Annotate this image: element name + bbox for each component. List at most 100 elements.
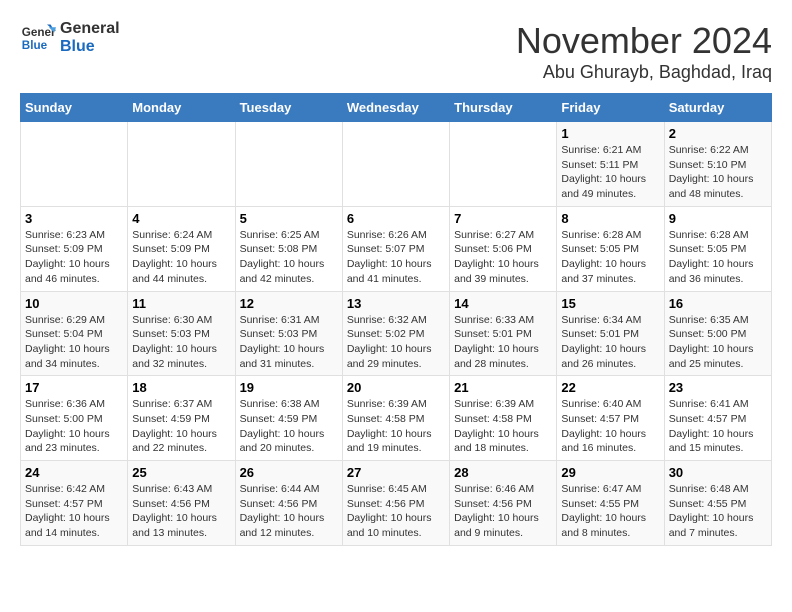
- calendar-week-row: 1 Sunrise: 6:21 AM Sunset: 5:11 PM Daylig…: [21, 122, 772, 207]
- calendar-cell: 4 Sunrise: 6:24 AM Sunset: 5:09 PM Daylig…: [128, 206, 235, 291]
- day-info: Sunrise: 6:41 AM Sunset: 4:57 PM Dayligh…: [669, 397, 767, 456]
- calendar-week-row: 24 Sunrise: 6:42 AM Sunset: 4:57 PM Dayli…: [21, 461, 772, 546]
- calendar-cell: 7 Sunrise: 6:27 AM Sunset: 5:06 PM Daylig…: [450, 206, 557, 291]
- day-number: 28: [454, 465, 552, 480]
- weekday-header-tuesday: Tuesday: [235, 94, 342, 122]
- calendar-cell: 18 Sunrise: 6:37 AM Sunset: 4:59 PM Dayli…: [128, 376, 235, 461]
- calendar-cell: 9 Sunrise: 6:28 AM Sunset: 5:05 PM Daylig…: [664, 206, 771, 291]
- day-info: Sunrise: 6:28 AM Sunset: 5:05 PM Dayligh…: [669, 228, 767, 287]
- page-container: General Blue General Blue November 2024 …: [20, 20, 772, 546]
- calendar-week-row: 17 Sunrise: 6:36 AM Sunset: 5:00 PM Dayli…: [21, 376, 772, 461]
- day-number: 24: [25, 465, 123, 480]
- location-title: Abu Ghurayb, Baghdad, Iraq: [516, 62, 772, 83]
- day-number: 2: [669, 126, 767, 141]
- weekday-header-friday: Friday: [557, 94, 664, 122]
- day-number: 3: [25, 211, 123, 226]
- calendar-cell: [21, 122, 128, 207]
- day-number: 16: [669, 296, 767, 311]
- day-number: 4: [132, 211, 230, 226]
- calendar-cell: 26 Sunrise: 6:44 AM Sunset: 4:56 PM Dayli…: [235, 461, 342, 546]
- day-number: 13: [347, 296, 445, 311]
- day-number: 18: [132, 380, 230, 395]
- day-number: 15: [561, 296, 659, 311]
- day-info: Sunrise: 6:39 AM Sunset: 4:58 PM Dayligh…: [454, 397, 552, 456]
- calendar-cell: 17 Sunrise: 6:36 AM Sunset: 5:00 PM Dayli…: [21, 376, 128, 461]
- day-info: Sunrise: 6:45 AM Sunset: 4:56 PM Dayligh…: [347, 482, 445, 541]
- logo: General Blue General Blue: [20, 20, 120, 56]
- calendar-cell: [342, 122, 449, 207]
- day-info: Sunrise: 6:30 AM Sunset: 5:03 PM Dayligh…: [132, 313, 230, 372]
- day-info: Sunrise: 6:43 AM Sunset: 4:56 PM Dayligh…: [132, 482, 230, 541]
- day-info: Sunrise: 6:37 AM Sunset: 4:59 PM Dayligh…: [132, 397, 230, 456]
- day-info: Sunrise: 6:36 AM Sunset: 5:00 PM Dayligh…: [25, 397, 123, 456]
- weekday-header-sunday: Sunday: [21, 94, 128, 122]
- day-info: Sunrise: 6:22 AM Sunset: 5:10 PM Dayligh…: [669, 143, 767, 202]
- day-number: 12: [240, 296, 338, 311]
- calendar-cell: 24 Sunrise: 6:42 AM Sunset: 4:57 PM Dayli…: [21, 461, 128, 546]
- calendar-cell: 13Sunrise: 6:32 AM Sunset: 5:02 PM Dayli…: [342, 291, 449, 376]
- day-number: 1: [561, 126, 659, 141]
- logo-general: General: [60, 20, 120, 38]
- calendar-cell: 25 Sunrise: 6:43 AM Sunset: 4:56 PM Dayli…: [128, 461, 235, 546]
- logo-blue: Blue: [60, 38, 120, 56]
- calendar-cell: 28 Sunrise: 6:46 AM Sunset: 4:56 PM Dayli…: [450, 461, 557, 546]
- day-number: 8: [561, 211, 659, 226]
- day-number: 9: [669, 211, 767, 226]
- calendar-cell: 1 Sunrise: 6:21 AM Sunset: 5:11 PM Daylig…: [557, 122, 664, 207]
- day-number: 22: [561, 380, 659, 395]
- day-number: 27: [347, 465, 445, 480]
- day-info: Sunrise: 6:40 AM Sunset: 4:57 PM Dayligh…: [561, 397, 659, 456]
- calendar-cell: 30 Sunrise: 6:48 AM Sunset: 4:55 PM Dayli…: [664, 461, 771, 546]
- weekday-header-thursday: Thursday: [450, 94, 557, 122]
- day-info: Sunrise: 6:33 AM Sunset: 5:01 PM Dayligh…: [454, 313, 552, 372]
- calendar-cell: [450, 122, 557, 207]
- day-info: Sunrise: 6:47 AM Sunset: 4:55 PM Dayligh…: [561, 482, 659, 541]
- day-number: 19: [240, 380, 338, 395]
- calendar-header-row: SundayMondayTuesdayWednesdayThursdayFrid…: [21, 94, 772, 122]
- calendar-cell: 20 Sunrise: 6:39 AM Sunset: 4:58 PM Dayli…: [342, 376, 449, 461]
- day-info: Sunrise: 6:21 AM Sunset: 5:11 PM Dayligh…: [561, 143, 659, 202]
- day-info: Sunrise: 6:27 AM Sunset: 5:06 PM Dayligh…: [454, 228, 552, 287]
- day-number: 25: [132, 465, 230, 480]
- calendar-cell: 3Sunrise: 6:23 AM Sunset: 5:09 PM Daylig…: [21, 206, 128, 291]
- day-info: Sunrise: 6:39 AM Sunset: 4:58 PM Dayligh…: [347, 397, 445, 456]
- calendar-cell: 2 Sunrise: 6:22 AM Sunset: 5:10 PM Daylig…: [664, 122, 771, 207]
- day-number: 17: [25, 380, 123, 395]
- header: General Blue General Blue November 2024 …: [20, 20, 772, 83]
- day-info: Sunrise: 6:42 AM Sunset: 4:57 PM Dayligh…: [25, 482, 123, 541]
- calendar-cell: 10Sunrise: 6:29 AM Sunset: 5:04 PM Dayli…: [21, 291, 128, 376]
- day-number: 6: [347, 211, 445, 226]
- day-info: Sunrise: 6:48 AM Sunset: 4:55 PM Dayligh…: [669, 482, 767, 541]
- day-info: Sunrise: 6:26 AM Sunset: 5:07 PM Dayligh…: [347, 228, 445, 287]
- day-number: 30: [669, 465, 767, 480]
- calendar-cell: 12 Sunrise: 6:31 AM Sunset: 5:03 PM Dayli…: [235, 291, 342, 376]
- day-number: 20: [347, 380, 445, 395]
- calendar-cell: 23 Sunrise: 6:41 AM Sunset: 4:57 PM Dayli…: [664, 376, 771, 461]
- day-number: 29: [561, 465, 659, 480]
- calendar-cell: 11Sunrise: 6:30 AM Sunset: 5:03 PM Dayli…: [128, 291, 235, 376]
- month-title: November 2024: [516, 20, 772, 62]
- day-number: 23: [669, 380, 767, 395]
- day-info: Sunrise: 6:25 AM Sunset: 5:08 PM Dayligh…: [240, 228, 338, 287]
- day-info: Sunrise: 6:24 AM Sunset: 5:09 PM Dayligh…: [132, 228, 230, 287]
- weekday-header-wednesday: Wednesday: [342, 94, 449, 122]
- calendar-cell: 27 Sunrise: 6:45 AM Sunset: 4:56 PM Dayli…: [342, 461, 449, 546]
- day-number: 7: [454, 211, 552, 226]
- calendar-cell: 21 Sunrise: 6:39 AM Sunset: 4:58 PM Dayli…: [450, 376, 557, 461]
- calendar-cell: 5 Sunrise: 6:25 AM Sunset: 5:08 PM Daylig…: [235, 206, 342, 291]
- calendar-cell: 22 Sunrise: 6:40 AM Sunset: 4:57 PM Dayli…: [557, 376, 664, 461]
- day-number: 26: [240, 465, 338, 480]
- calendar-table: SundayMondayTuesdayWednesdayThursdayFrid…: [20, 93, 772, 546]
- day-info: Sunrise: 6:46 AM Sunset: 4:56 PM Dayligh…: [454, 482, 552, 541]
- day-info: Sunrise: 6:38 AM Sunset: 4:59 PM Dayligh…: [240, 397, 338, 456]
- day-number: 14: [454, 296, 552, 311]
- day-number: 21: [454, 380, 552, 395]
- day-info: Sunrise: 6:31 AM Sunset: 5:03 PM Dayligh…: [240, 313, 338, 372]
- day-info: Sunrise: 6:44 AM Sunset: 4:56 PM Dayligh…: [240, 482, 338, 541]
- calendar-cell: 15Sunrise: 6:34 AM Sunset: 5:01 PM Dayli…: [557, 291, 664, 376]
- weekday-header-saturday: Saturday: [664, 94, 771, 122]
- calendar-cell: 29 Sunrise: 6:47 AM Sunset: 4:55 PM Dayli…: [557, 461, 664, 546]
- calendar-week-row: 10Sunrise: 6:29 AM Sunset: 5:04 PM Dayli…: [21, 291, 772, 376]
- day-number: 5: [240, 211, 338, 226]
- logo-icon: General Blue: [20, 20, 56, 56]
